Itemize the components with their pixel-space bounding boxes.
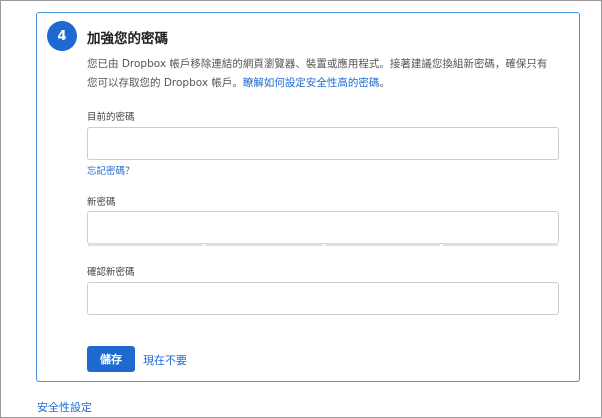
not-now-link[interactable]: 現在不要 (143, 352, 187, 368)
strength-segment (324, 243, 440, 246)
password-strength-meter (88, 243, 558, 246)
forgot-password-link[interactable]: 忘記密碼？ (87, 163, 135, 177)
strength-segment (88, 243, 204, 246)
security-settings-link[interactable]: 安全性設定 (37, 399, 92, 415)
password-step-card: 4 加強您的密碼 您已由 Dropbox 帳戶移除連結的網頁瀏覽器、裝置或應用程… (36, 12, 580, 382)
step-description: 您已由 Dropbox 帳戶移除連結的網頁瀏覽器、裝置或應用程式。接著建議您換組… (87, 55, 557, 93)
step-title: 加強您的密碼 (87, 31, 168, 47)
current-password-label: 目前的密碼 (87, 112, 135, 123)
new-password-label: 新密碼 (87, 197, 116, 208)
new-password-input[interactable] (87, 211, 559, 244)
confirm-password-input[interactable] (87, 282, 559, 315)
save-button[interactable]: 儲存 (87, 346, 135, 372)
step-number-badge: 4 (47, 21, 77, 51)
current-password-input[interactable] (87, 127, 559, 160)
strength-segment (206, 243, 322, 246)
strength-segment (442, 243, 558, 246)
confirm-password-label: 確認新密碼 (87, 267, 135, 278)
description-period: 。 (379, 77, 390, 89)
learn-password-security-link[interactable]: 瞭解如何設定安全性高的密碼 (243, 77, 380, 89)
